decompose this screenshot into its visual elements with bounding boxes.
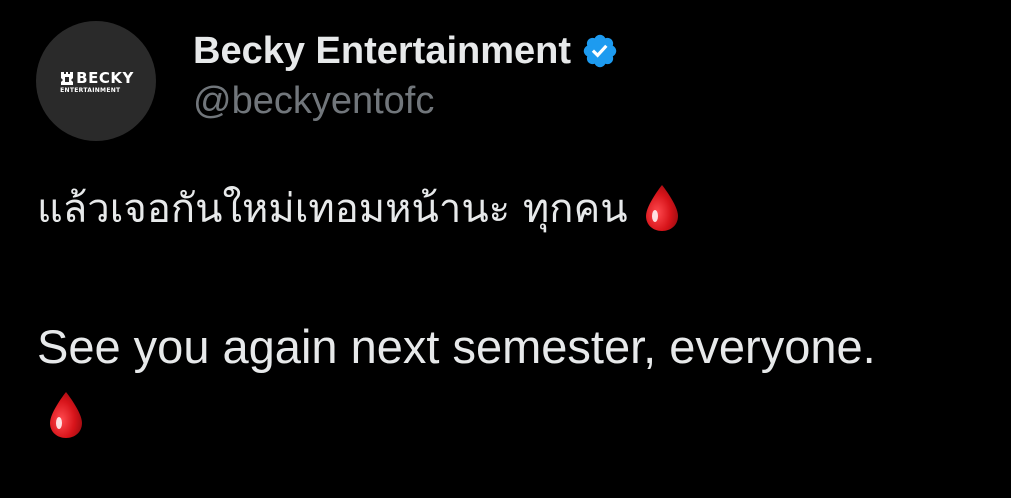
- tweet-thai-text: แล้วเจอกันใหม่เทอมหน้านะ ทุกคน: [37, 186, 628, 232]
- becky-logo: BECKY ENTERTAINMENT: [60, 70, 134, 95]
- display-name[interactable]: Becky Entertainment: [193, 30, 571, 73]
- tweet-english-text: See you again next semester, everyone.: [37, 319, 876, 373]
- avatar[interactable]: BECKY ENTERTAINMENT: [36, 21, 156, 141]
- tweet-line-english: See you again next semester, everyone.: [37, 318, 876, 374]
- avatar-logo-word: BECKY: [76, 68, 134, 87]
- tweet: BECKY ENTERTAINMENT Becky Entertainment …: [0, 0, 1011, 498]
- tweet-line-thai: แล้วเจอกันใหม่เทอมหน้านะ ทุกคน: [37, 180, 682, 236]
- castle-icon: [61, 71, 74, 85]
- drop-of-blood-icon: [645, 185, 678, 231]
- verified-badge-icon[interactable]: [581, 32, 619, 70]
- handle[interactable]: @beckyentofc: [193, 80, 434, 123]
- drop-of-blood-icon: [50, 392, 82, 438]
- display-name-row: Becky Entertainment: [193, 26, 619, 76]
- avatar-logo-subtext: ENTERTAINMENT: [60, 86, 121, 94]
